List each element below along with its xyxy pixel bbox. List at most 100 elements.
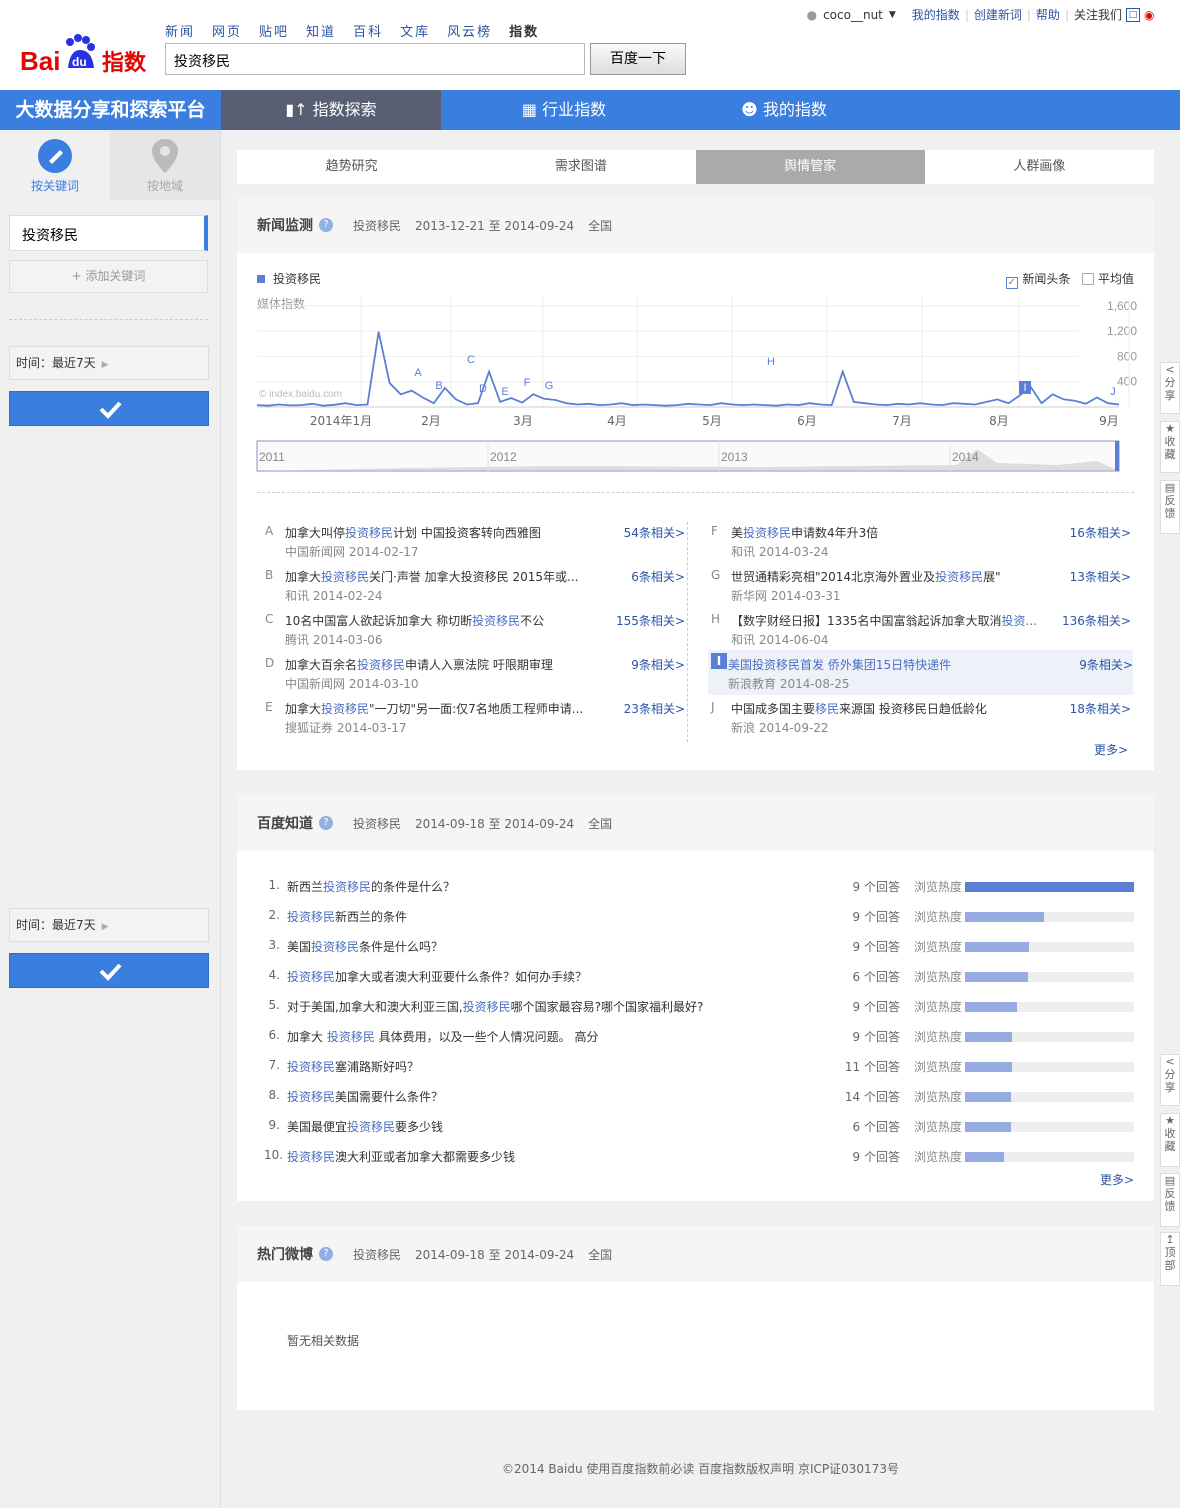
- news-item[interactable]: H 【数字财经日报】1335名中国富翁起诉加拿大取消投资... 和讯 2014-06…: [711, 612, 1131, 652]
- help-icon[interactable]: ?: [319, 816, 333, 830]
- topnav-news[interactable]: 新闻: [165, 21, 195, 40]
- question-row[interactable]: 9. 美国最便宜投资移民要多少钱 6 个回答 浏览热度: [264, 1118, 1134, 1138]
- related-count-link[interactable]: 16条相关>: [1070, 524, 1131, 541]
- related-count-link[interactable]: 18条相关>: [1070, 700, 1131, 717]
- confirm-button-2[interactable]: [9, 953, 209, 988]
- question-row[interactable]: 5. 对于美国,加拿大和澳大利亚三国,投资移民哪个国家最容易?哪个国家福利最好?…: [264, 998, 1134, 1018]
- news-headline-link[interactable]: 10名中国富人欲起诉加拿大 称切断投资移民不公: [285, 612, 544, 629]
- heat-bar-fill: [965, 942, 1030, 952]
- feedback-float-button[interactable]: ▤ 反馈: [1160, 480, 1180, 534]
- topnav-baike[interactable]: 百科: [353, 21, 383, 40]
- news-headline-link[interactable]: 加拿大投资移民"一刀切"另一面:仅7名地质工程师申请...: [285, 700, 583, 717]
- create-word-link[interactable]: 创建新词: [974, 6, 1022, 23]
- question-row[interactable]: 6. 加拿大 投资移民 具体费用，以及一些个人情况问题。 高分 9 个回答 浏览…: [264, 1028, 1134, 1048]
- question-row[interactable]: 10. 投资移民澳大利亚或者加拿大都需要多少钱 9 个回答 浏览热度: [264, 1148, 1134, 1168]
- average-checkbox[interactable]: [1082, 273, 1095, 285]
- tab-sentiment[interactable]: 舆情管家: [695, 150, 925, 184]
- news-headline-link[interactable]: 中国成多国主要移民来源国 投资移民日趋低龄化: [731, 700, 987, 717]
- time-selector-2[interactable]: 时间：最近7天 ▶: [9, 908, 209, 942]
- question-row[interactable]: 7. 投资移民塞浦路斯好吗？ 11 个回答 浏览热度: [264, 1058, 1134, 1078]
- news-item[interactable]: E 加拿大投资移民"一刀切"另一面:仅7名地质工程师申请... 搜狐证券 2014-…: [265, 700, 685, 740]
- tieba-icon[interactable]: □: [1126, 7, 1140, 22]
- related-count-link[interactable]: 23条相关>: [624, 700, 685, 717]
- related-count-link[interactable]: 6条相关>: [631, 568, 685, 585]
- news-headline-link[interactable]: 加拿大叫停投资移民计划 中国投资客转向西雅图: [285, 524, 541, 541]
- headline-checkbox[interactable]: ✓: [1006, 277, 1019, 289]
- topnav-zhidao[interactable]: 知道: [306, 21, 336, 40]
- dropdown-icon[interactable]: ▼: [889, 10, 896, 20]
- help-icon[interactable]: ?: [319, 1247, 333, 1261]
- question-link[interactable]: 美国最便宜投资移民要多少钱: [287, 1118, 443, 1135]
- search-input[interactable]: 投资移民: [165, 43, 585, 75]
- question-row[interactable]: 1. 新西兰投资移民的条件是什么？ 9 个回答 浏览热度: [264, 878, 1134, 898]
- tab-trend[interactable]: 趋势研究: [237, 150, 466, 184]
- topnav-tieba[interactable]: 贴吧: [259, 21, 289, 40]
- help-icon[interactable]: ?: [319, 218, 333, 232]
- feedback-float-button-2[interactable]: ▤ 反馈: [1160, 1173, 1180, 1227]
- question-row[interactable]: 4. 投资移民加拿大或者澳大利亚要什么条件？如何办手续？ 6 个回答 浏览热度: [264, 968, 1134, 988]
- help-link[interactable]: 帮助: [1036, 6, 1060, 23]
- back-to-top-button[interactable]: ↥ 顶部: [1160, 1232, 1180, 1286]
- news-item[interactable]: J 中国成多国主要移民来源国 投资移民日趋低龄化 新浪 2014-09-22 18条相…: [711, 700, 1131, 740]
- news-more-link[interactable]: 更多>: [1094, 741, 1128, 758]
- related-count-link[interactable]: 9条相关>: [631, 656, 685, 673]
- news-headline-link[interactable]: 美国投资移民首发 侨外集团15日特快递件: [728, 656, 951, 673]
- topnav-wenku[interactable]: 文库: [400, 21, 430, 40]
- question-keyword: 投资移民: [326, 1030, 375, 1044]
- news-headline-link[interactable]: 加拿大百余名投资移民申请人入禀法院 吁限期审理: [285, 656, 553, 673]
- tab-by-region[interactable]: 按地域: [110, 130, 220, 200]
- add-keyword-button[interactable]: + 添加关键词: [9, 260, 208, 293]
- question-row[interactable]: 3. 美国投资移民条件是什么吗？ 9 个回答 浏览热度: [264, 938, 1134, 958]
- news-item[interactable]: A 加拿大叫停投资移民计划 中国投资客转向西雅图 中国新闻网 2014-02-17 5…: [265, 524, 685, 564]
- news-item[interactable]: C 10名中国富人欲起诉加拿大 称切断投资移民不公 腾讯 2014-03-06 155…: [265, 612, 685, 652]
- news-item[interactable]: D 加拿大百余名投资移民申请人入禀法院 吁限期审理 中国新闻网 2014-03-10…: [265, 656, 685, 696]
- question-link[interactable]: 投资移民加拿大或者澳大利亚要什么条件？如何办手续？: [287, 968, 587, 985]
- my-index-link[interactable]: 我的指数: [912, 6, 960, 23]
- tab-industry-index[interactable]: ▦ 行业指数: [454, 90, 674, 130]
- news-headline-link[interactable]: 【数字财经日报】1335名中国富翁起诉加拿大取消投资...: [731, 612, 1037, 629]
- news-headline-link[interactable]: 世贸通精彩亮相"2014北京海外置业及投资移民展": [731, 568, 1001, 585]
- news-headline-link[interactable]: 加拿大投资移民关门·声誉 加拿大投资移民 2015年或...: [285, 568, 578, 585]
- news-item[interactable]: I 美国投资移民首发 侨外集团15日特快递件 新浪教育 2014-08-25 9条相关…: [708, 650, 1133, 695]
- news-item[interactable]: B 加拿大投资移民关门·声誉 加拿大投资移民 2015年或... 和讯 2014-0…: [265, 568, 685, 608]
- question-link[interactable]: 投资移民澳大利亚或者加拿大都需要多少钱: [287, 1148, 515, 1165]
- question-link[interactable]: 对于美国,加拿大和澳大利亚三国,投资移民哪个国家最容易?哪个国家福利最好?: [287, 998, 703, 1015]
- related-count-link[interactable]: 9条相关>: [1079, 656, 1133, 673]
- question-link[interactable]: 新西兰投资移民的条件是什么？: [287, 878, 455, 895]
- confirm-button[interactable]: [9, 391, 209, 426]
- keyword-item[interactable]: 投资移民: [9, 215, 208, 251]
- search-button[interactable]: 百度一下: [590, 43, 686, 75]
- time-selector[interactable]: 时间：最近7天 ▶: [9, 346, 209, 380]
- news-item[interactable]: G 世贸通精彩亮相"2014北京海外置业及投资移民展" 新华网 2014-03-31…: [711, 568, 1131, 608]
- question-link[interactable]: 加拿大 投资移民 具体费用，以及一些个人情况问题。 高分: [287, 1028, 598, 1045]
- question-link[interactable]: 投资移民塞浦路斯好吗？: [287, 1058, 419, 1075]
- news-headline-link[interactable]: 美投资移民申请数4年升3倍: [731, 524, 878, 541]
- baidu-logo[interactable]: Bai du 指数: [20, 32, 160, 76]
- question-row[interactable]: 8. 投资移民美国需要什么条件？ 14 个回答 浏览热度: [264, 1088, 1134, 1108]
- favorite-float-button-2[interactable]: ★ 收藏: [1160, 1113, 1180, 1167]
- topnav-fengyunbang[interactable]: 风云榜: [447, 21, 492, 40]
- favorite-float-button[interactable]: ★ 收藏: [1160, 421, 1180, 473]
- share-float-button-2[interactable]: < 分享: [1160, 1054, 1180, 1106]
- news-item[interactable]: F 美投资移民申请数4年升3倍 和讯 2014-03-24 16条相关>: [711, 524, 1131, 564]
- related-count-link[interactable]: 136条相关>: [1062, 612, 1131, 629]
- tab-audience[interactable]: 人群画像: [925, 150, 1154, 184]
- tab-demand[interactable]: 需求图谱: [466, 150, 695, 184]
- question-link[interactable]: 美国投资移民条件是什么吗？: [287, 938, 443, 955]
- tab-index-explore[interactable]: ▮↑ 指数探索: [221, 90, 441, 130]
- question-row[interactable]: 2. 投资移民新西兰的条件 9 个回答 浏览热度: [264, 908, 1134, 928]
- related-count-link[interactable]: 155条相关>: [616, 612, 685, 629]
- related-count-link[interactable]: 13条相关>: [1070, 568, 1131, 585]
- tab-my-index[interactable]: ☻ 我的指数: [674, 90, 894, 130]
- share-float-button[interactable]: < 分享: [1160, 362, 1180, 414]
- topnav-index[interactable]: 指数: [509, 21, 539, 40]
- username[interactable]: coco__nut: [823, 8, 883, 22]
- topnav-web[interactable]: 网页: [212, 21, 242, 40]
- zhidao-more-link[interactable]: 更多>: [1100, 1171, 1134, 1188]
- question-link[interactable]: 投资移民美国需要什么条件？: [287, 1088, 443, 1105]
- tab-by-keyword[interactable]: 按关键词: [0, 130, 110, 200]
- question-link[interactable]: 投资移民新西兰的条件: [287, 908, 407, 925]
- related-count-link[interactable]: 54条相关>: [624, 524, 685, 541]
- weibo-icon[interactable]: ◉: [1144, 8, 1160, 22]
- media-index-chart[interactable]: 1,600 1,200 800 400 2014年1月 2月 3月 4月 5月 6月 7月 8月 9月 ©…: [237, 289, 1154, 479]
